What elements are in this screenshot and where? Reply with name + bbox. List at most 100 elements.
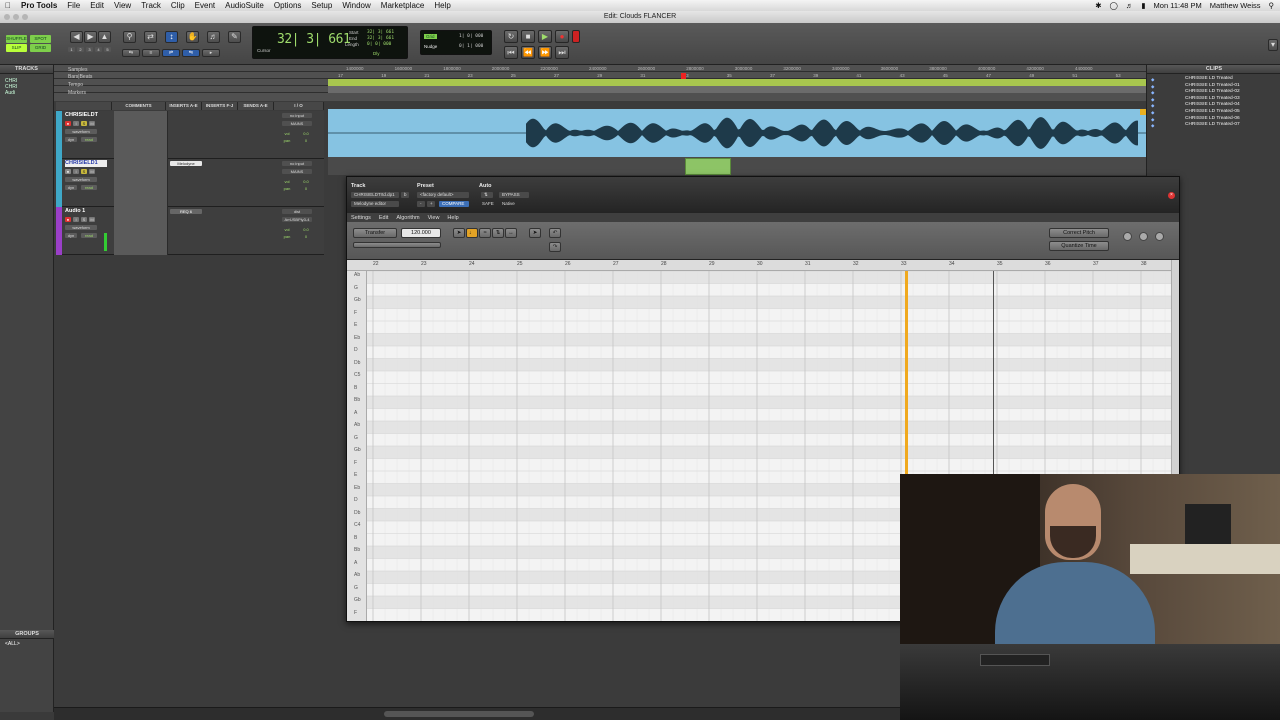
- playlist-button[interactable]: dyn: [65, 137, 77, 142]
- melodyne-timeline[interactable]: 22 23 24 25 26 27 28 29 30 31 32 33 34 35 36 37 38: [347, 260, 1179, 271]
- stop-button[interactable]: ■: [521, 30, 535, 43]
- delay-label[interactable]: Dly: [373, 51, 380, 56]
- menu-clip[interactable]: Clip: [166, 1, 190, 10]
- pan-value[interactable]: 0: [300, 138, 312, 143]
- preset-selector[interactable]: <factory default>: [417, 192, 469, 198]
- zoom-vertical-button[interactable]: ▲: [98, 31, 111, 43]
- groups-list-header[interactable]: GROUPS: [0, 630, 54, 639]
- tracks-list-item[interactable]: Audi: [0, 90, 53, 96]
- nudge-value[interactable]: 0| 1| 000: [459, 44, 483, 49]
- track-selector[interactable]: CHRISIELDTrtd.dp1: [351, 192, 399, 198]
- insertion-follows-button[interactable]: ▸: [202, 49, 220, 57]
- volume-value[interactable]: 0.0: [300, 227, 312, 232]
- tracks-list-header[interactable]: TRACKS: [0, 65, 53, 74]
- comments-field[interactable]: [114, 207, 168, 255]
- menu-setup[interactable]: Setup: [306, 1, 337, 10]
- input-selector[interactable]: no input: [282, 161, 312, 166]
- spotlight-icon[interactable]: ⚲: [1269, 1, 1275, 10]
- minimize-window-button[interactable]: [13, 14, 19, 20]
- volume-value[interactable]: 0.0: [300, 179, 312, 184]
- mute-button[interactable]: M: [89, 121, 95, 126]
- menu-marketplace[interactable]: Marketplace: [376, 1, 430, 10]
- track-view-selector[interactable]: waveform: [65, 225, 97, 230]
- solo-button[interactable]: S: [81, 217, 87, 222]
- mode-slip-button[interactable]: SLIP: [6, 44, 27, 52]
- track-view-selector[interactable]: waveform: [65, 177, 97, 182]
- menu-view[interactable]: View: [109, 1, 136, 10]
- return-to-zero-button[interactable]: ⏮: [504, 46, 518, 59]
- track-row[interactable]: Audio 1 ● I S M waveform dyn read REQ 6 …: [56, 207, 324, 255]
- solo-button[interactable]: S: [81, 169, 87, 174]
- track-row[interactable]: CHRISIELDT ● I S M waveform dyn read no …: [56, 111, 324, 159]
- scroll-tool-icon[interactable]: ➤: [529, 228, 541, 238]
- comments-field[interactable]: [114, 159, 168, 207]
- link-track-button[interactable]: ⇋: [182, 49, 200, 57]
- fast-forward-button[interactable]: ⏩: [538, 46, 552, 59]
- track-view-selector[interactable]: waveform: [65, 129, 97, 134]
- formant-knob[interactable]: [1139, 232, 1148, 241]
- zoom-window-button[interactable]: [22, 14, 28, 20]
- mirror-midi-button[interactable]: ≡: [142, 49, 160, 57]
- automation-mode[interactable]: read: [81, 137, 97, 142]
- go-to-end-button[interactable]: ⏭: [555, 46, 569, 59]
- track-name[interactable]: CHRISIELDT: [65, 112, 107, 119]
- bypass-button[interactable]: BYPASS: [499, 192, 529, 198]
- zoom-preset-2[interactable]: 2: [77, 47, 84, 52]
- menu-track[interactable]: Track: [136, 1, 166, 10]
- loop-playback-icon[interactable]: ↻: [504, 30, 518, 43]
- menu-window[interactable]: Window: [337, 1, 375, 10]
- grid-label[interactable]: Grid: [424, 34, 437, 39]
- formant-tool-icon[interactable]: ≈: [479, 228, 491, 238]
- track-name[interactable]: Audio 1: [65, 208, 107, 215]
- automation-button[interactable]: ⇅: [481, 192, 493, 198]
- output-selector[interactable]: MAINS: [282, 121, 312, 126]
- redo-icon[interactable]: ↷: [549, 242, 561, 252]
- markers-bar[interactable]: [328, 86, 1146, 93]
- input-selector[interactable]: dist: [282, 209, 312, 214]
- comments-field[interactable]: [114, 111, 168, 159]
- mode-spot-button[interactable]: SPOT: [30, 35, 51, 43]
- pitch-knob[interactable]: [1123, 232, 1132, 241]
- record-arm-indicator[interactable]: [572, 30, 580, 43]
- grid-value[interactable]: 1| 0| 000: [459, 34, 483, 39]
- tab-to-transient-button[interactable]: ⇆: [122, 49, 140, 57]
- clip-list-item[interactable]: CHRISSIE LD Treated-07: [1185, 122, 1240, 127]
- record-enable-button[interactable]: ●: [65, 169, 71, 174]
- clip-list-item[interactable]: CHRISSIE LD Treated-06: [1185, 116, 1240, 121]
- volume-value[interactable]: 0.0: [300, 131, 312, 136]
- clip-list-item[interactable]: CHRISSIE LD Treated-02: [1185, 89, 1240, 94]
- audio-clip-waveform[interactable]: [328, 109, 1146, 157]
- zoom-out-horizontal-button[interactable]: ◀: [70, 31, 83, 43]
- clip-list-item[interactable]: CHRISSIE LD Treated-05: [1185, 109, 1240, 114]
- pan-value[interactable]: 0: [300, 234, 312, 239]
- length-value[interactable]: 0| 0| 000: [367, 42, 391, 47]
- melodyne-menu-edit[interactable]: Edit: [375, 215, 392, 221]
- clip-list-item[interactable]: CHRISSIE LD Treated-04: [1185, 102, 1240, 107]
- input-monitor-button[interactable]: I: [73, 217, 79, 222]
- main-counter-value[interactable]: 32| 3| 661: [277, 32, 351, 47]
- insert-slot-req[interactable]: REQ 6: [170, 209, 202, 214]
- start-value[interactable]: 32| 3| 661: [367, 30, 394, 35]
- close-window-button[interactable]: [4, 14, 10, 20]
- link-timeline-button[interactable]: ⇌: [162, 49, 180, 57]
- track-channel-selector[interactable]: b: [401, 192, 409, 198]
- pencil-tool-icon[interactable]: ✎: [228, 31, 241, 43]
- menu-file[interactable]: File: [62, 1, 85, 10]
- end-value[interactable]: 32| 3| 661: [367, 36, 394, 41]
- menu-app-name[interactable]: Pro Tools: [16, 1, 62, 10]
- melodyne-menu-view[interactable]: View: [424, 215, 444, 221]
- zoom-in-horizontal-button[interactable]: ▶: [84, 31, 97, 43]
- input-monitor-button[interactable]: I: [73, 169, 79, 174]
- tempo-field[interactable]: 120.000: [401, 228, 441, 238]
- playlist-button[interactable]: dyn: [65, 233, 77, 238]
- melodyne-menu-settings[interactable]: Settings: [347, 215, 375, 221]
- playhead-marker[interactable]: [681, 73, 686, 79]
- scrollbar-thumb[interactable]: [384, 711, 534, 717]
- main-counter[interactable]: 32| 3| 661 Cursor Start End Length 32| 3…: [252, 26, 408, 59]
- transfer-button[interactable]: Transfer: [353, 228, 397, 238]
- menu-options[interactable]: Options: [269, 1, 307, 10]
- previous-preset-button[interactable]: -: [417, 201, 425, 207]
- volume-icon[interactable]: ♬: [1126, 1, 1134, 10]
- expand-toolbar-icon[interactable]: ▾: [1268, 39, 1278, 51]
- mute-button[interactable]: M: [89, 169, 95, 174]
